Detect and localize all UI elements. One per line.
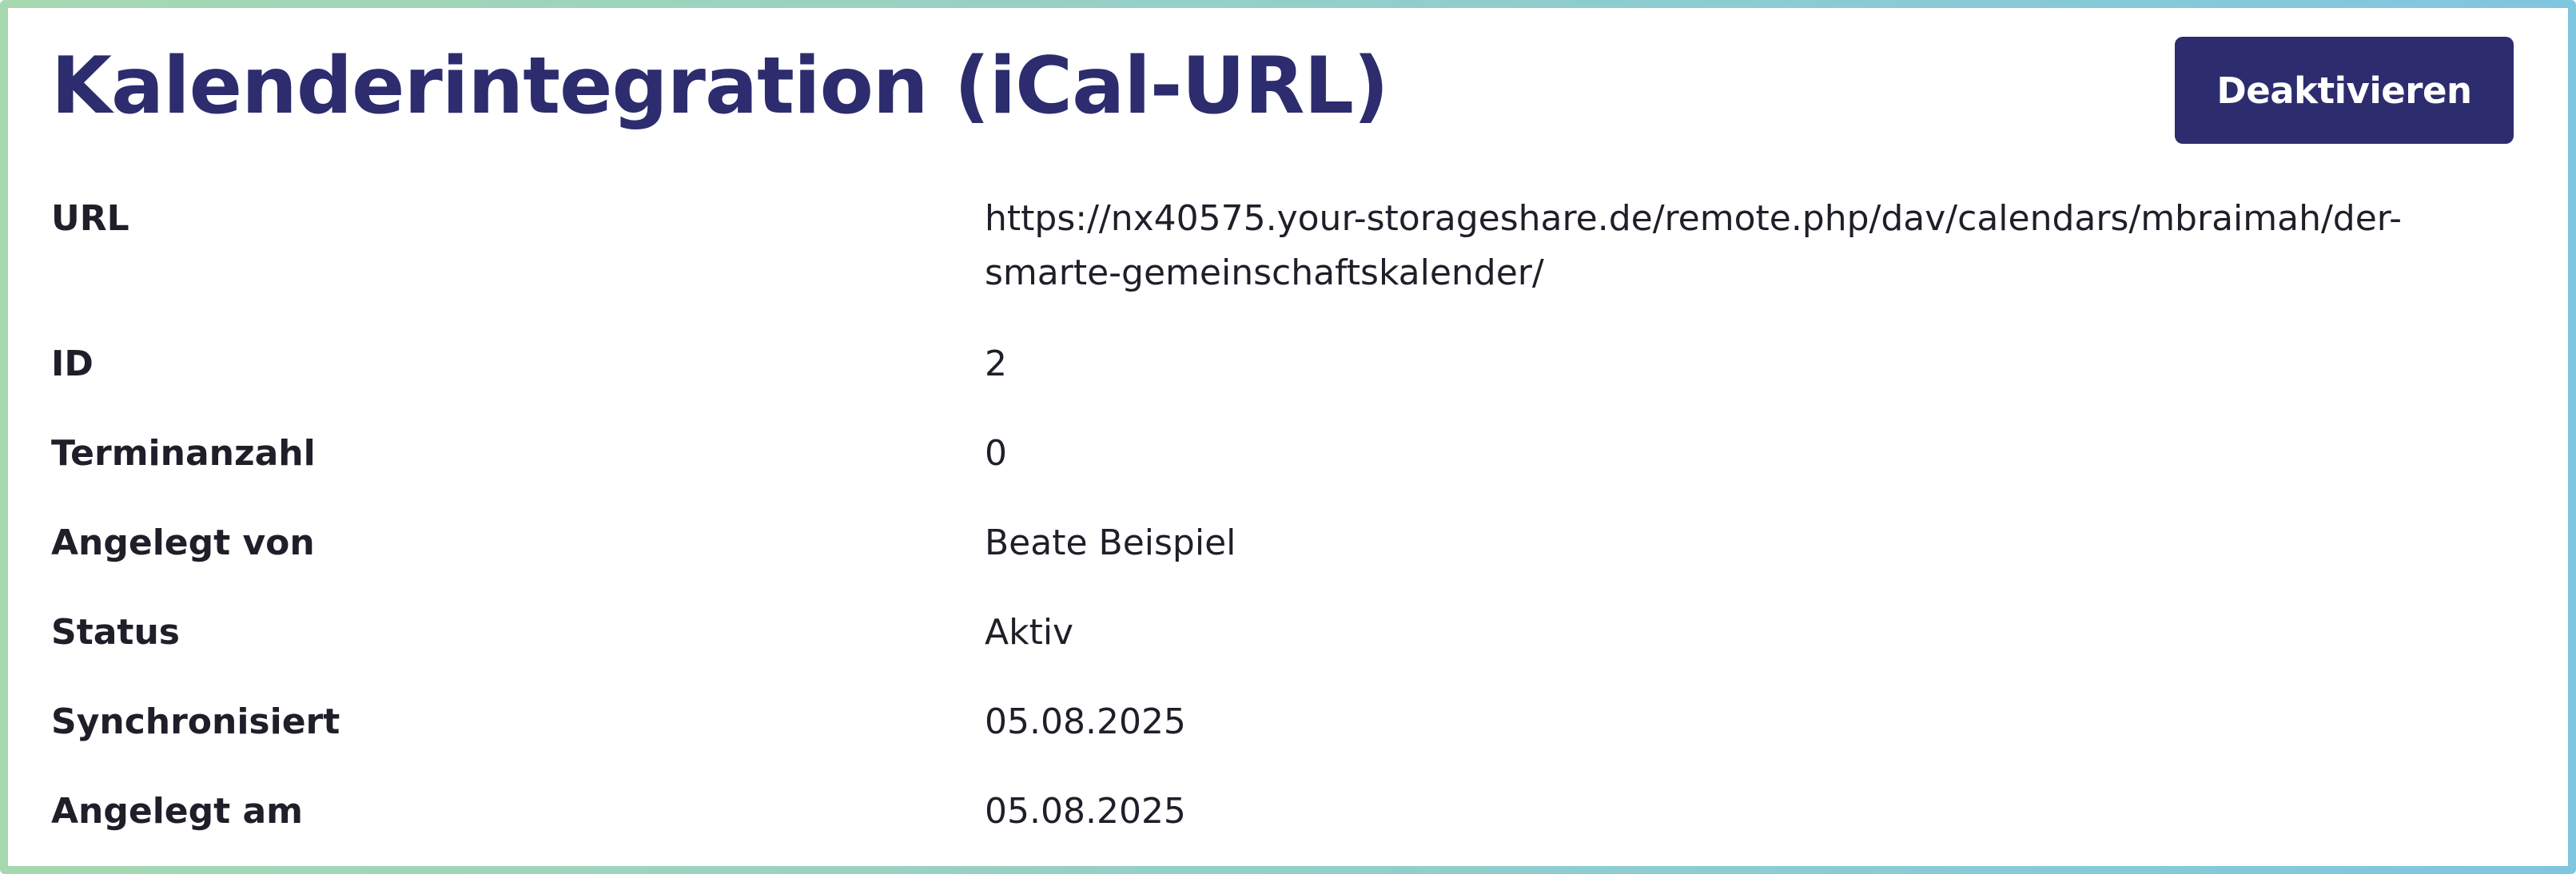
status-value: Aktiv xyxy=(985,612,1074,653)
synced-label: Synchronisiert xyxy=(51,701,340,742)
created-at-label: Angelegt am xyxy=(51,791,304,832)
page-title: Kalenderintegration (iCal-URL) xyxy=(51,41,1389,132)
id-value: 2 xyxy=(985,344,1007,384)
url-label: URL xyxy=(51,198,129,239)
url-value-line-2: smarte-gemeinschaftskalender/ xyxy=(985,252,1544,293)
event-count-label: Terminanzahl xyxy=(51,433,316,474)
url-value-line-1: https://nx40575.your-storageshare.de/rem… xyxy=(985,198,2402,239)
url-value[interactable]: https://nx40575.your-storageshare.de/rem… xyxy=(985,192,2503,300)
synced-value: 05.08.2025 xyxy=(985,701,1186,742)
event-count-value: 0 xyxy=(985,433,1007,474)
status-label: Status xyxy=(51,612,180,653)
calendar-integration-card: Kalenderintegration (iCal-URL) Deaktivie… xyxy=(8,8,2568,866)
created-by-value: Beate Beispiel xyxy=(985,522,1236,563)
created-by-label: Angelegt von xyxy=(51,522,315,563)
id-label: ID xyxy=(51,344,94,384)
created-at-value: 05.08.2025 xyxy=(985,791,1186,832)
deactivate-button[interactable]: Deaktivieren xyxy=(2175,37,2514,144)
